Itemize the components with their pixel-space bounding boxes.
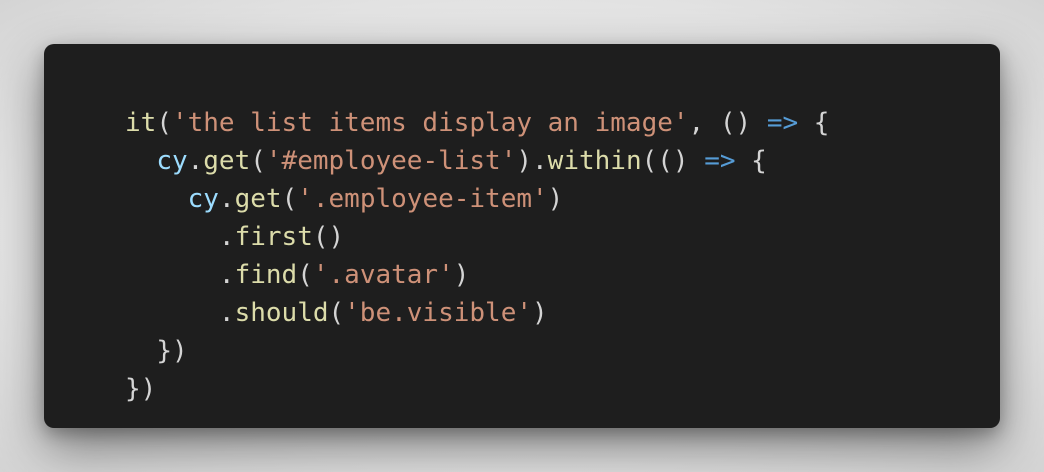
code-token: ) — [532, 298, 548, 328]
code-token: find — [234, 260, 298, 290]
code-token: . — [218, 298, 235, 328]
code-snippet-card: it('the list items display an image', ()… — [44, 44, 1000, 428]
code-token: . — [218, 222, 235, 252]
code-token: '#employee-list' — [265, 146, 517, 176]
code-line: cy.get('.employee-item') — [125, 180, 1000, 218]
code-block: it('the list items display an image', ()… — [125, 104, 1000, 408]
code-token: within — [547, 146, 642, 176]
code-token: ) — [547, 184, 564, 214]
code-token: () — [312, 222, 345, 252]
code-token: }) — [156, 336, 188, 366]
code-token: . — [218, 184, 235, 214]
code-line: it('the list items display an image', ()… — [125, 104, 1000, 142]
code-token: first — [234, 222, 313, 252]
code-token: should — [234, 298, 329, 328]
code-token: { — [798, 108, 830, 138]
code-token: ( — [250, 146, 266, 176]
code-token: get — [203, 146, 251, 176]
code-line: .first() — [125, 218, 1000, 256]
code-token: => — [766, 108, 799, 138]
code-token: ( — [156, 108, 172, 138]
code-token: (() — [641, 146, 705, 176]
code-token: => — [704, 146, 736, 176]
code-line: .find('.avatar') — [125, 256, 1000, 294]
code-token: , () — [688, 108, 767, 138]
code-token: ( — [328, 298, 345, 328]
code-token: ( — [297, 260, 313, 290]
code-token: cy — [156, 146, 188, 176]
code-token: '.employee-item' — [297, 184, 548, 214]
code-token: ). — [516, 146, 548, 176]
code-token: 'be.visible' — [344, 298, 532, 328]
code-token: . — [218, 260, 235, 290]
code-token: get — [234, 184, 282, 214]
code-token: }) — [125, 374, 157, 404]
code-token: cy — [187, 184, 219, 214]
code-token: it — [125, 108, 157, 138]
code-token: '.avatar' — [312, 260, 454, 290]
code-line: cy.get('#employee-list').within(() => { — [125, 142, 1000, 180]
code-line: }) — [125, 332, 1000, 370]
code-token: . — [187, 146, 204, 176]
code-token: ) — [453, 260, 470, 290]
code-line: .should('be.visible') — [125, 294, 1000, 332]
code-token: 'the list items display an image' — [171, 108, 689, 138]
code-line: }) — [125, 370, 1000, 408]
code-token: { — [735, 146, 767, 176]
code-token: ( — [281, 184, 298, 214]
